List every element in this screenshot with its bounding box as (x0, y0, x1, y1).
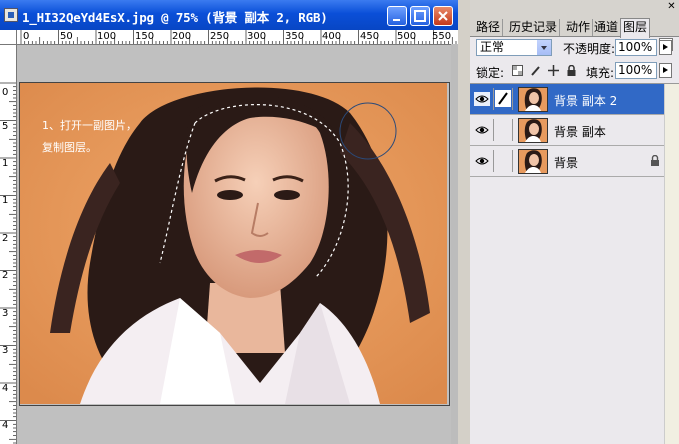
chevron-down-icon[interactable] (537, 40, 551, 55)
blend-mode-value: 正常 (480, 40, 505, 54)
eye-icon[interactable] (474, 123, 490, 137)
layer-name: 背景 (554, 156, 579, 170)
document-title: 1_HI32QeYd4EsX.jpg @ 75% (背景 副本 2, RGB) (22, 10, 328, 25)
ruler-tick-label: 4 (2, 383, 9, 394)
ruler-tick-label: 500 (397, 31, 417, 42)
layer-row[interactable]: 背景 副本 2 (470, 84, 664, 115)
opacity-label: 不透明度: (563, 42, 616, 56)
ruler-tick-label: 3 (2, 308, 9, 319)
layers-panel: ✕ 路径 历史记录 动作 通道 图层 正常 不透明度: 100% 锁定: 填充:… (470, 0, 679, 444)
ruler-tick-label: 350 (285, 31, 305, 42)
ruler-tick-label: 550 (432, 31, 452, 42)
layer-link-cell[interactable] (493, 150, 513, 172)
ruler-tick-label: 50 (60, 31, 73, 42)
ruler-origin[interactable] (0, 30, 17, 45)
fill-input[interactable]: 100% (615, 62, 657, 79)
ruler-tick-label: 150 (135, 31, 155, 42)
photo-canvas[interactable]: 1、打开一副图片， 复制图层。 (20, 83, 447, 404)
close-icon[interactable]: ✕ (666, 2, 677, 13)
ruler-tick-label: 0 (2, 87, 9, 98)
ruler-tick-label: 100 (97, 31, 117, 42)
document-window: 1_HI32QeYd4EsX.jpg @ 75% (背景 副本 2, RGB) … (0, 0, 458, 444)
workspace-gap (458, 0, 470, 444)
close-button[interactable] (433, 6, 453, 26)
lock-label: 锁定: (476, 66, 505, 80)
lock-fill-row: 锁定: 填充: 100% (470, 60, 679, 84)
layer-name: 背景 副本 (554, 125, 606, 139)
portrait-image: 1、打开一副图片， 复制图层。 (20, 83, 447, 404)
ruler-tick-label: 400 (322, 31, 342, 42)
panel-tabs: 路径 历史记录 动作 通道 图层 (470, 18, 679, 51)
ruler-tick-label: 250 (210, 31, 230, 42)
blend-opacity-row: 正常 不透明度: 100% (470, 36, 679, 60)
document-icon[interactable] (4, 8, 18, 22)
layer-list: 背景 副本 2 背景 副本 背景 (470, 84, 664, 444)
ruler-tick-label: 3 (2, 345, 9, 356)
ruler-tick-label: 2 (2, 233, 9, 244)
fill-slider-button[interactable] (659, 63, 672, 78)
tab-actions[interactable]: 动作 (564, 19, 594, 36)
tab-paths[interactable]: 路径 (474, 19, 504, 36)
minimize-button[interactable] (387, 6, 407, 26)
opacity-slider-button[interactable] (659, 40, 672, 55)
panel-titlebar[interactable]: ✕ (470, 0, 679, 18)
vertical-ruler[interactable]: 0 5 1 1 2 2 3 3 4 4 (0, 44, 17, 444)
tab-history[interactable]: 历史记录 (507, 19, 561, 36)
ruler-tick-label: 4 (2, 420, 9, 431)
close-icon (438, 11, 448, 21)
fill-label: 填充: (586, 66, 615, 80)
lock-transparent-pixels-icon[interactable] (512, 65, 523, 76)
vertical-scrollbar[interactable] (451, 44, 458, 444)
tab-channels[interactable]: 通道 (592, 19, 622, 36)
minimize-icon (393, 19, 400, 21)
opacity-input[interactable]: 100% (615, 39, 657, 56)
layer-row[interactable]: 背景 (470, 146, 664, 177)
eye-icon[interactable] (474, 154, 490, 168)
ruler-tick-label: 200 (172, 31, 192, 42)
layer-link-cell[interactable] (493, 88, 513, 110)
brush-icon (495, 90, 511, 107)
lock-position-icon[interactable] (548, 65, 559, 76)
layer-name: 背景 副本 2 (554, 94, 618, 108)
maximize-icon (414, 10, 426, 22)
document-titlebar[interactable]: 1_HI32QeYd4EsX.jpg @ 75% (背景 副本 2, RGB) (0, 0, 458, 30)
blend-mode-select[interactable]: 正常 (476, 39, 552, 56)
layer-thumbnail (518, 87, 548, 112)
ruler-tick-label: 0 (23, 31, 30, 42)
lock-all-icon[interactable] (566, 65, 577, 76)
horizontal-ruler[interactable]: 0 50 100 150 200 250 300 350 400 450 500… (0, 30, 458, 45)
ruler-tick-label: 1 (2, 158, 9, 169)
layer-row[interactable]: 背景 副本 (470, 115, 664, 146)
layer-list-scrollbar[interactable] (664, 84, 679, 444)
maximize-button[interactable] (410, 6, 430, 26)
photo-caption-line2: 复制图层。 (42, 140, 97, 154)
tab-layers[interactable]: 图层 (620, 18, 651, 38)
lock-icon (651, 155, 659, 166)
layer-link-cell[interactable] (493, 119, 513, 141)
lock-image-pixels-icon[interactable] (530, 65, 541, 76)
ruler-tick-label: 450 (360, 31, 380, 42)
ruler-tick-label: 2 (2, 270, 9, 281)
eye-icon[interactable] (474, 92, 490, 106)
layer-thumbnail (518, 118, 548, 143)
ruler-tick-label: 5 (2, 121, 9, 132)
photo-caption-line1: 1、打开一副图片， (42, 118, 137, 132)
ruler-tick-label: 1 (2, 195, 9, 206)
layer-thumbnail (518, 149, 548, 174)
ruler-tick-label: 300 (247, 31, 267, 42)
